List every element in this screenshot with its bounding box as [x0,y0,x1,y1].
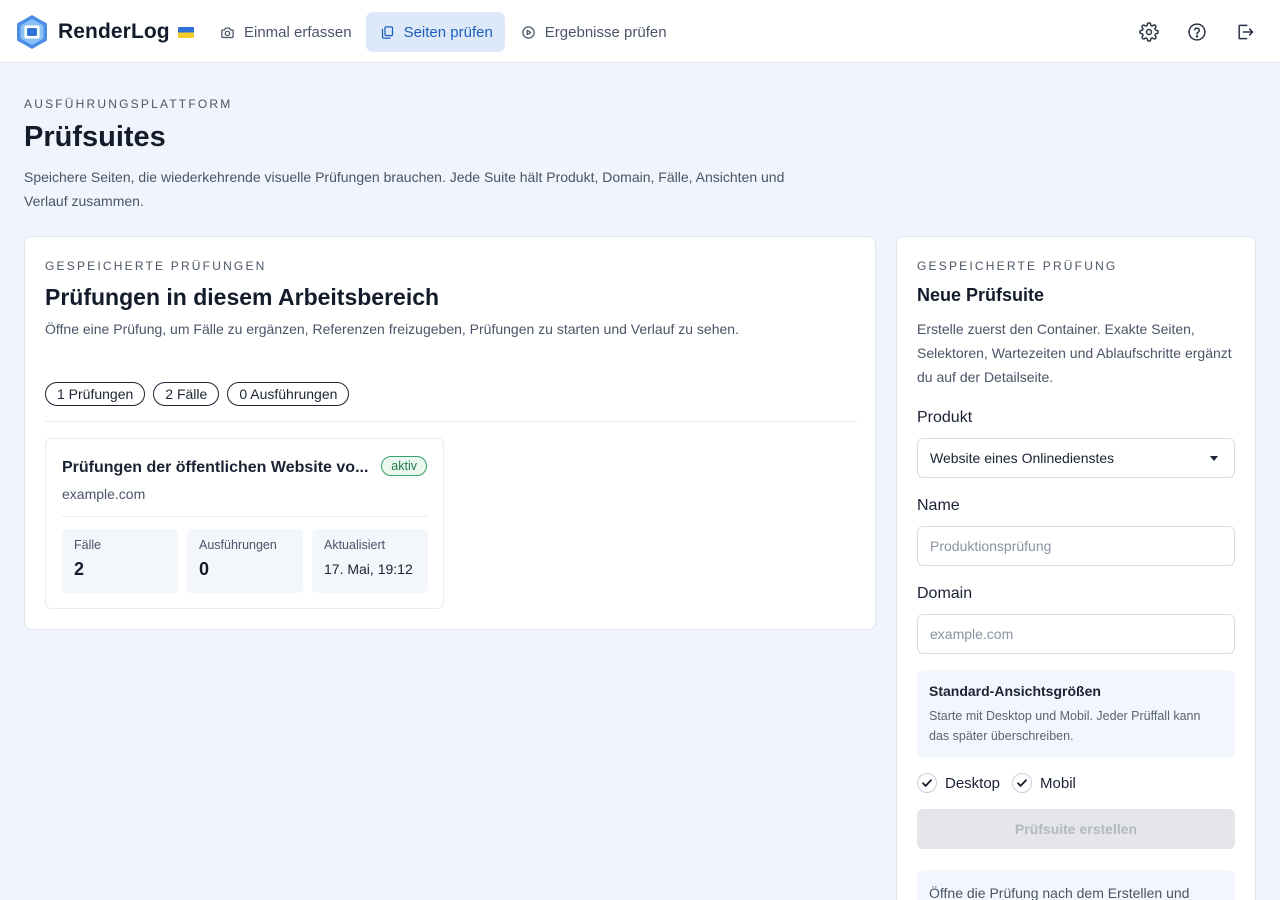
divider [45,421,857,422]
name-label: Name [917,497,960,514]
create-suite-button[interactable]: Prüfsuite erstellen [917,809,1235,849]
viewport-title: Standard-Ansichtsgrößen [929,683,1101,699]
stat-label: Ausführungen [199,538,277,552]
desktop-checkbox[interactable]: Desktop [917,773,1000,793]
checkbox-indicator [1012,773,1033,793]
mobile-checkbox[interactable]: Mobil [1012,773,1076,793]
info-note: Öffne die Prüfung nach dem Erstellen und [917,870,1235,900]
stat-cases: Fälle 2 [62,529,178,593]
suite-stats: Fälle 2 Ausführungen 0 Aktualisiert 17. … [62,529,428,593]
product-select-value: Website eines Onlinedienstes [930,450,1115,466]
nav-check-results[interactable]: Ergebnisse prüfen [507,12,679,52]
page-eyebrow: AUSFÜHRUNGSPLATTFORM [24,97,233,111]
main-nav: Einmal erfassen Seiten prüfen Ergebnisse… [206,12,681,52]
copy-icon [381,25,393,39]
section-description: Öffne eine Prüfung, um Fälle zu ergänzen… [45,321,739,337]
product-select[interactable]: Website eines Onlinedienstes [917,438,1235,478]
help-button[interactable] [1186,18,1208,46]
section-eyebrow: GESPEICHERTE PRÜFUNGEN [45,259,267,273]
nav-label: Einmal erfassen [244,23,352,41]
domain-input[interactable] [917,614,1235,654]
viewport-text: Starte mit Desktop und Mobil. Jeder Prüf… [929,709,1201,743]
status-badge: aktiv [381,456,427,476]
brand[interactable]: RenderLog [16,14,194,50]
stat-value: 17. Mai, 19:12 [324,561,413,577]
nav-capture-once[interactable]: Einmal erfassen [206,12,364,52]
logout-button[interactable] [1234,18,1256,46]
check-icon [1017,779,1027,787]
stat-label: Aktualisiert [324,538,386,552]
viewport-info-box: Standard-Ansichtsgrößen Starte mit Deskt… [917,670,1235,758]
logout-icon [1238,24,1254,40]
section-title: Prüfungen in diesem Arbeitsbereich [45,284,440,310]
summary-pills: 1 Prüfungen 2 Fälle 0 Ausführungen [45,382,350,406]
name-input[interactable] [917,526,1235,566]
form-eyebrow: GESPEICHERTE PRÜFUNG [917,259,1118,273]
divider [62,516,427,517]
stat-value: 0 [199,559,210,579]
suite-card[interactable]: Prüfungen der öffentlichen Website vo...… [45,438,444,609]
play-circle-icon [522,25,535,39]
viewport-checks: Desktop Mobil [917,773,1076,793]
nav-label: Seiten prüfen [403,23,493,41]
chevron-down-icon [1210,455,1218,461]
domain-label: Domain [917,585,973,602]
brand-name: RenderLog [58,20,170,43]
suite-count-pill: 1 Prüfungen [45,382,146,406]
logo-icon [17,15,47,49]
form-title: Neue Prüfsuite [917,285,1045,305]
gear-icon [1139,22,1159,42]
settings-button[interactable] [1138,18,1160,46]
page-description: Speichere Seiten, die wiederkehrende vis… [24,169,785,209]
run-count-pill: 0 Ausführungen [227,382,350,406]
saved-suites-card: GESPEICHERTE PRÜFUNGEN Prüfungen in dies… [24,236,876,630]
help-icon [1188,23,1206,41]
nav-label: Ergebnisse prüfen [544,23,667,41]
suite-title: Prüfungen der öffentlichen Website vo... [62,459,369,476]
camera-icon [221,27,234,38]
checkbox-indicator [917,773,937,793]
checkbox-label: Mobil [1040,774,1076,792]
page-title: Prüfsuites [24,121,166,153]
form-description: Erstelle zuerst den Container. Exakte Se… [917,321,1232,385]
product-label: Produkt [917,409,973,426]
top-actions [1138,18,1256,46]
stat-label: Fälle [74,538,102,552]
suite-domain: example.com [62,486,146,502]
check-icon [922,779,932,787]
stat-value: 2 [74,559,85,579]
nav-check-pages[interactable]: Seiten prüfen [365,12,505,52]
top-bar: RenderLog Einmal erfassen Seiten prüfen … [0,0,1280,63]
case-count-pill: 2 Fälle [153,382,220,406]
ukraine-flag-icon [177,26,194,38]
stat-runs: Ausführungen 0 [187,529,303,593]
checkbox-label: Desktop [945,774,1001,792]
new-suite-form-card: GESPEICHERTE PRÜFUNG Neue Prüfsuite Erst… [896,236,1256,900]
stat-updated: Aktualisiert 17. Mai, 19:12 [312,529,428,593]
